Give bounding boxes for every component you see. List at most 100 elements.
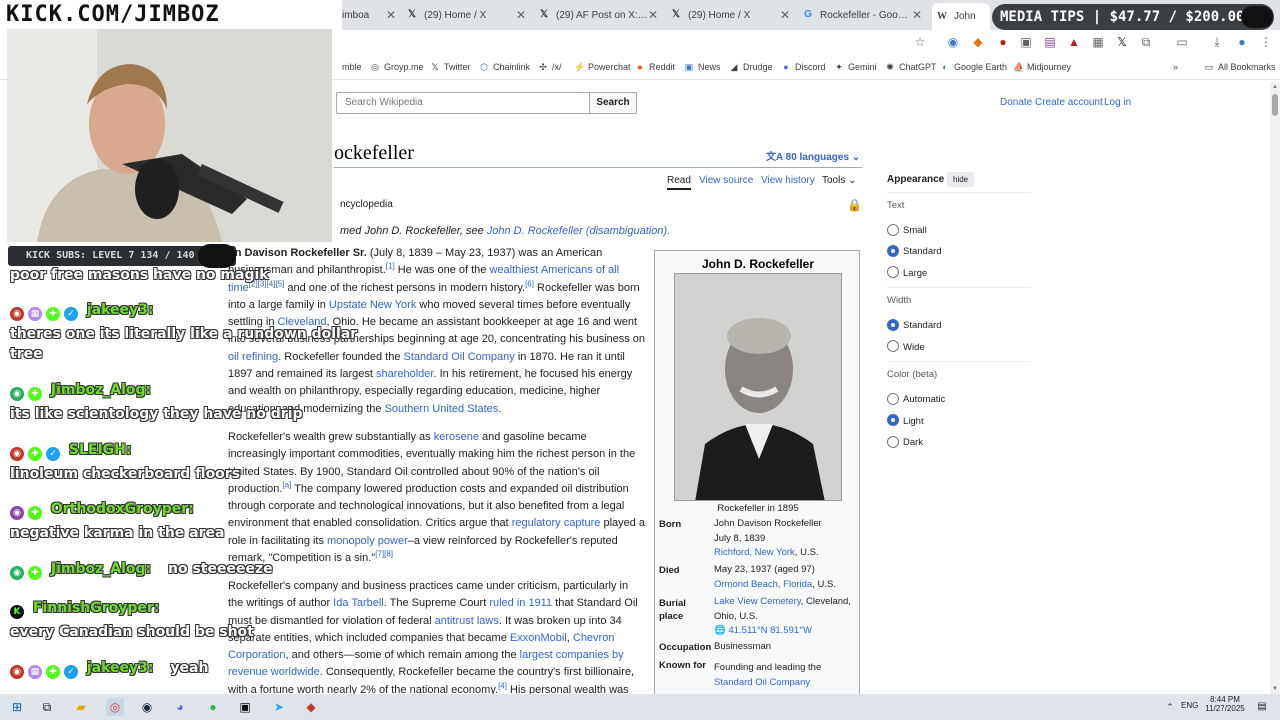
bookmark-item[interactable]: ✦ Gemini — [834, 60, 877, 74]
bookmark-item[interactable]: ● Reddit — [635, 60, 675, 74]
scrollbar[interactable] — [1270, 82, 1280, 694]
bookmark-item[interactable]: ⛵ Midjourney — [1013, 60, 1071, 74]
terminal-icon[interactable]: ▣ — [236, 698, 254, 716]
tab-close-icon[interactable]: ✕ — [516, 8, 526, 22]
chat-username: OrthodoxGroyper: — [50, 501, 194, 517]
downloads-icon[interactable]: ⤓ — [1210, 35, 1224, 49]
width-wide-radio[interactable] — [887, 340, 899, 352]
bookmark-item[interactable]: ◐ Google Earth — [940, 60, 1007, 74]
extension-icon[interactable]: ▣ — [1019, 35, 1033, 49]
input-language[interactable]: ENG — [1181, 701, 1198, 710]
tab-close-icon[interactable]: ✕ — [648, 8, 658, 22]
extension-icon[interactable]: ▤ — [1043, 35, 1057, 49]
text-small-radio[interactable] — [887, 224, 899, 236]
color-dark-radio[interactable] — [887, 436, 899, 448]
create-account-link[interactable]: Create account — [1035, 97, 1103, 108]
donate-link[interactable]: Donate — [1000, 97, 1032, 108]
extension-icon[interactable]: ▲ — [1067, 35, 1081, 49]
notifications-icon[interactable]: ▤ — [1253, 698, 1271, 716]
browser-tab-wikipedia[interactable]: W John — [932, 3, 990, 30]
bookmark-item[interactable]: ⚡ Powerchat — [574, 60, 631, 74]
color-light-radio[interactable] — [887, 414, 899, 426]
chat-message: its like scientology they have no drip — [10, 405, 340, 423]
chat-text: theres one its literally like a rundown … — [10, 326, 358, 342]
tab-view-history[interactable]: View history — [761, 175, 815, 186]
profile-avatar[interactable]: ● — [1235, 35, 1249, 49]
tab-read[interactable]: Read — [667, 175, 691, 190]
born-value: John Davison Rockefeller July 8, 1839 Rich… — [714, 518, 822, 558]
tab-close-icon[interactable]: ✕ — [386, 8, 396, 22]
search-button[interactable]: Search — [589, 92, 637, 114]
browser-tab-x-post[interactable]: 𝕏 (29) AF Post on X: "Mr/il ✕ — [538, 4, 662, 26]
discord-icon[interactable]: ◕ — [171, 698, 189, 716]
extension-icon[interactable]: ◉ — [946, 35, 960, 49]
burial-label: Burial place — [659, 598, 686, 622]
x-icon[interactable]: 𝕏 — [1115, 35, 1129, 49]
telegram-icon[interactable]: ➤ — [270, 698, 288, 716]
chat-message: ◉ ✚ ✓ SLEIGH: — [10, 441, 340, 461]
browser-tab-google[interactable]: G Rockefeller - Google Se ✕ — [802, 4, 926, 26]
scrollbar-thumb[interactable] — [1272, 94, 1278, 116]
tools-menu[interactable]: Tools ⌄ — [822, 175, 857, 186]
windows-start-icon[interactable]: ⊞ — [8, 698, 26, 716]
bookmark-label: Powerchat — [588, 62, 631, 72]
obs-icon[interactable]: ◆ — [302, 698, 320, 716]
bookmark-item[interactable]: ◎ Groyp.me — [370, 60, 423, 74]
metamask-icon[interactable]: ◆ — [971, 35, 985, 49]
ublock-icon[interactable]: ● — [996, 35, 1010, 49]
task-view-icon[interactable]: ⧉ — [38, 698, 56, 716]
browser-tab-x-home-2[interactable]: 𝕏 (29) Home / X ✕ — [670, 4, 794, 26]
bookmark-item[interactable]: mble — [342, 60, 362, 74]
radio-label: Small — [903, 225, 927, 236]
width-standard-radio[interactable] — [887, 319, 899, 331]
bookmarks-overflow-icon[interactable]: » — [1173, 60, 1178, 74]
bookmark-item[interactable]: 𝕏 Twitter — [430, 60, 470, 74]
menu-icon[interactable]: ⋮ — [1259, 35, 1273, 49]
browser-tab-x-home-1[interactable]: 𝕏 (29) Home / X ✕ — [406, 4, 530, 26]
color-automatic-radio[interactable] — [887, 393, 899, 405]
browser-tab-kick[interactable]: imboa ✕ — [342, 4, 400, 26]
chat-username: FinnishGroyper: — [32, 600, 160, 616]
bookmark-item[interactable]: ⬡ Chainlink — [479, 60, 530, 74]
chat-username: jakeey3: — [86, 302, 154, 318]
all-bookmarks[interactable]: ▭ All Bookmarks — [1204, 60, 1276, 74]
portrait-photo[interactable] — [674, 273, 842, 501]
portrait-illustration — [675, 274, 841, 500]
tray-overflow-icon[interactable]: ⌃ — [1161, 698, 1179, 716]
chrome-icon[interactable]: ◎ — [106, 698, 124, 716]
bookmark-item[interactable]: ◢ Drudge — [729, 60, 773, 74]
disambiguation-link[interactable]: John D. Rockefeller (disambiguation). — [487, 225, 670, 237]
text-large-radio[interactable] — [887, 266, 899, 278]
radio-label: Dark — [903, 437, 924, 448]
bookmark-star-icon[interactable]: ☆ — [913, 35, 927, 49]
bookmark-item[interactable]: ● Discord — [781, 60, 826, 74]
clock[interactable]: 8:44 PM 11/27/2025 — [1203, 695, 1247, 713]
tab-close-icon[interactable]: ✕ — [780, 8, 790, 22]
bookmark-label: Midjourney — [1027, 62, 1072, 72]
bookmark-label: ChatGPT — [899, 62, 937, 72]
text-standard-radio[interactable] — [887, 245, 899, 257]
tab-close-icon[interactable]: ✕ — [912, 8, 922, 22]
kick-badge-icon: K — [10, 605, 24, 619]
log-in-link[interactable]: Log in — [1104, 97, 1131, 108]
extension-icon[interactable]: ▦ — [1091, 35, 1105, 49]
spotify-icon[interactable]: ● — [204, 698, 222, 716]
tab-title: John — [954, 11, 976, 22]
puzzle-icon[interactable]: ⧉ — [1139, 35, 1153, 49]
scroll-up-icon[interactable]: ▲ — [1270, 82, 1280, 92]
file-explorer-icon[interactable]: ▰ — [72, 698, 90, 716]
gift-badge-icon: ▦ — [28, 307, 42, 321]
tab-view-source[interactable]: View source — [699, 175, 753, 186]
midjourney-icon: ⛵ — [1013, 62, 1025, 72]
sidebar-icon[interactable]: ▭ — [1175, 35, 1189, 49]
steam-icon[interactable]: ◉ — [138, 698, 156, 716]
bookmark-item[interactable]: ✣ /x/ — [538, 60, 561, 74]
search-input[interactable]: Search Wikipedia — [336, 92, 590, 114]
bookmark-label: Gemini — [848, 62, 877, 72]
hide-appearance-button[interactable]: hide — [947, 172, 975, 187]
languages-button[interactable]: 文A 80 languages ⌄ — [766, 148, 860, 163]
bookmark-label: Discord — [795, 62, 826, 72]
bookmark-item[interactable]: ✺ ChatGPT — [885, 60, 937, 74]
scroll-down-icon[interactable]: ▼ — [1270, 684, 1280, 694]
bookmark-item[interactable]: ▣ News — [684, 60, 721, 74]
